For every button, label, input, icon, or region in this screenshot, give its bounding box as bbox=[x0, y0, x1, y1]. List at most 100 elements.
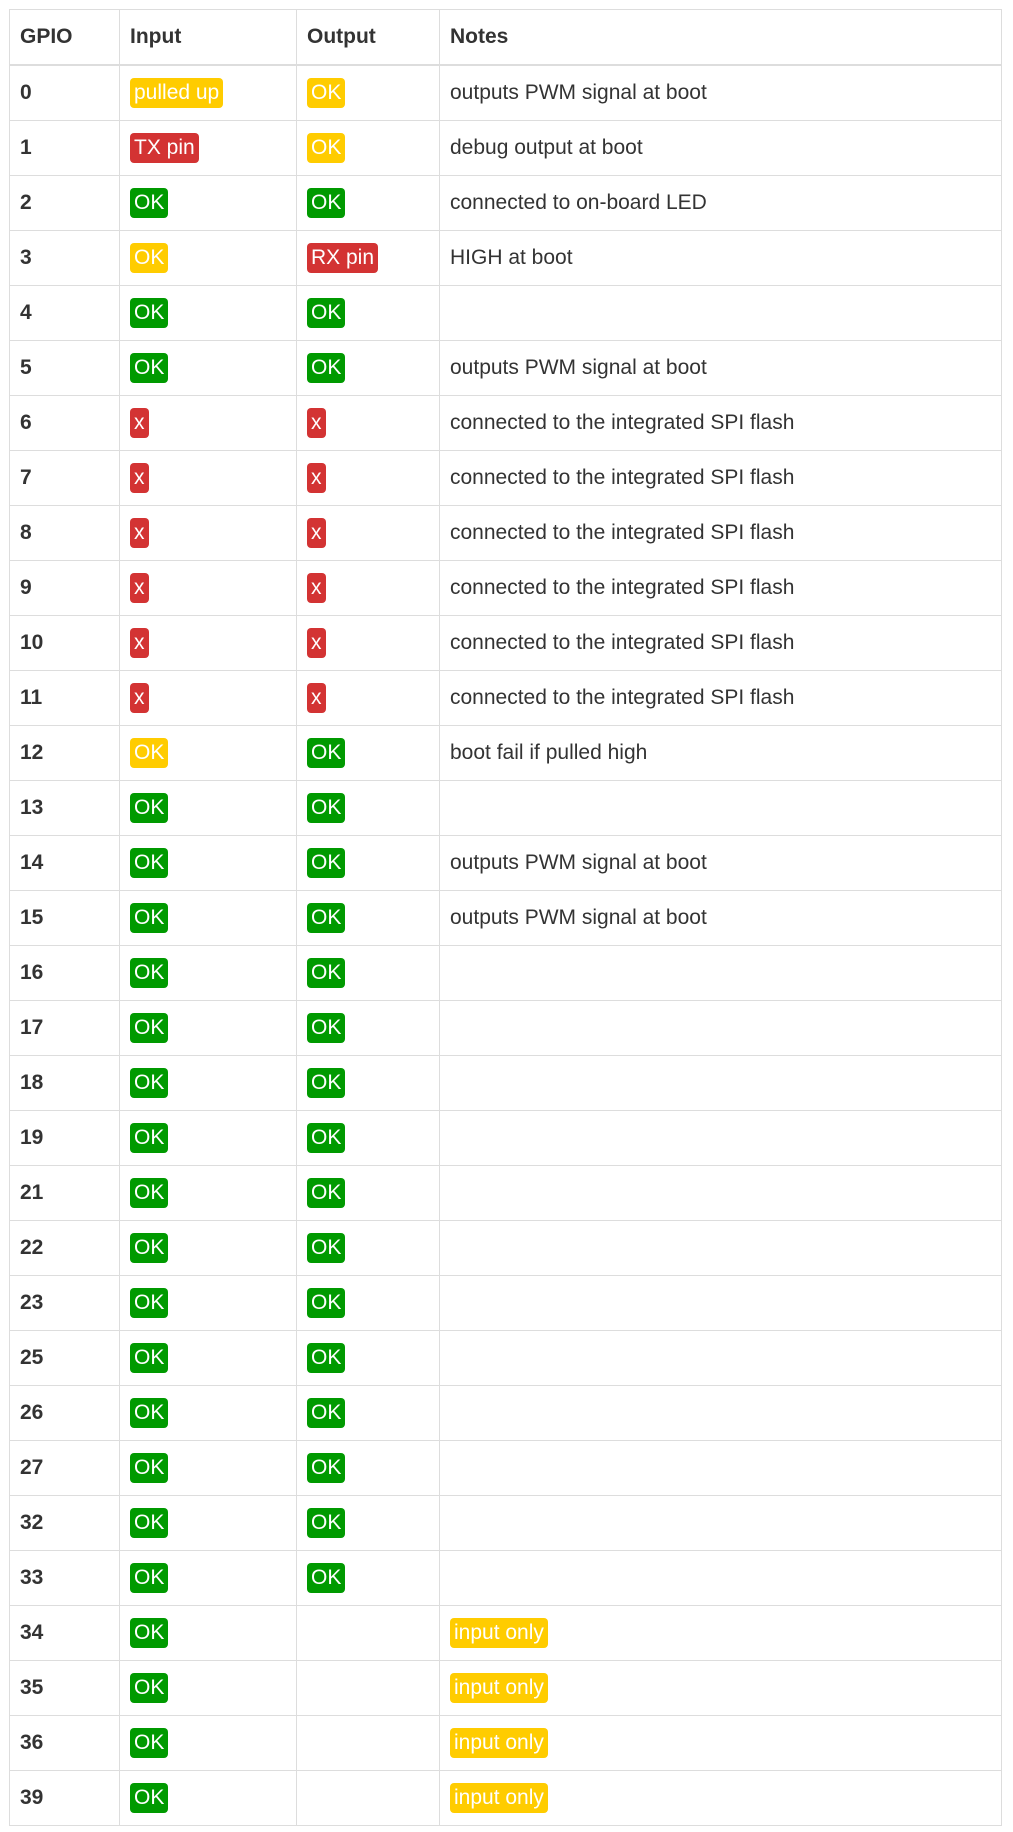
gpio-cell: 13 bbox=[9, 780, 120, 836]
notes-cell: connected to the integrated SPI flash bbox=[439, 505, 1002, 561]
input-status-badge: OK bbox=[130, 298, 169, 328]
output-cell: OK bbox=[296, 1385, 440, 1441]
gpio-cell: 19 bbox=[9, 1110, 120, 1166]
input-cell: TX pin bbox=[119, 120, 297, 176]
output-status-badge: x bbox=[307, 463, 326, 493]
notes-cell: outputs PWM signal at boot bbox=[439, 835, 1002, 891]
gpio-cell: 4 bbox=[9, 285, 120, 341]
input-cell: OK bbox=[119, 945, 297, 1001]
table-row: 16 OK OK bbox=[9, 945, 1002, 1001]
gpio-cell: 25 bbox=[9, 1330, 120, 1386]
input-cell: OK bbox=[119, 1055, 297, 1111]
output-status-badge: OK bbox=[307, 1453, 346, 1483]
notes-cell bbox=[439, 1220, 1002, 1276]
notes-badge: input only bbox=[450, 1728, 548, 1758]
output-cell: OK bbox=[296, 725, 440, 781]
input-status-badge: OK bbox=[130, 1233, 169, 1263]
table-row: 0 pulled up OK outputs PWM signal at boot bbox=[9, 64, 1002, 121]
input-cell: OK bbox=[119, 1330, 297, 1386]
gpio-cell: 8 bbox=[9, 505, 120, 561]
input-cell: OK bbox=[119, 1660, 297, 1716]
gpio-cell: 39 bbox=[9, 1770, 120, 1826]
header-notes: Notes bbox=[439, 9, 1002, 66]
input-cell: OK bbox=[119, 1275, 297, 1331]
output-cell: x bbox=[296, 395, 440, 451]
input-cell: OK bbox=[119, 780, 297, 836]
notes-cell bbox=[439, 1550, 1002, 1606]
notes-cell: outputs PWM signal at boot bbox=[439, 340, 1002, 396]
output-status-badge: x bbox=[307, 518, 326, 548]
input-cell: OK bbox=[119, 1770, 297, 1826]
gpio-cell: 34 bbox=[9, 1605, 120, 1661]
gpio-cell: 14 bbox=[9, 835, 120, 891]
gpio-cell: 7 bbox=[9, 450, 120, 506]
table-row: 23 OK OK bbox=[9, 1275, 1002, 1331]
output-cell: OK bbox=[296, 890, 440, 946]
table-row: 12 OK OK boot fail if pulled high bbox=[9, 725, 1002, 781]
table-row: 5 OK OK outputs PWM signal at boot bbox=[9, 340, 1002, 396]
input-status-badge: OK bbox=[130, 1508, 169, 1538]
notes-cell: input only bbox=[439, 1605, 1002, 1661]
input-status-badge: OK bbox=[130, 1618, 169, 1648]
gpio-cell: 22 bbox=[9, 1220, 120, 1276]
output-cell: OK bbox=[296, 1165, 440, 1221]
notes-cell bbox=[439, 1440, 1002, 1496]
input-cell: OK bbox=[119, 340, 297, 396]
input-cell: OK bbox=[119, 1000, 297, 1056]
input-status-badge: pulled up bbox=[130, 78, 224, 108]
output-status-badge: OK bbox=[307, 1563, 346, 1593]
header-gpio: GPIO bbox=[9, 9, 120, 66]
table-row: 10 x x connected to the integrated SPI flas… bbox=[9, 615, 1002, 671]
notes-cell bbox=[439, 1055, 1002, 1111]
input-cell: x bbox=[119, 670, 297, 726]
input-status-badge: x bbox=[130, 628, 149, 658]
output-status-badge: RX pin bbox=[307, 243, 379, 273]
table-row: 11 x x connected to the integrated SPI flas… bbox=[9, 670, 1002, 726]
notes-badge: input only bbox=[450, 1783, 548, 1813]
notes-cell: connected to the integrated SPI flash bbox=[439, 395, 1002, 451]
output-status-badge: OK bbox=[307, 78, 346, 108]
output-cell: OK bbox=[296, 1495, 440, 1551]
input-status-badge: OK bbox=[130, 1013, 169, 1043]
table-row: 32 OK OK bbox=[9, 1495, 1002, 1551]
input-cell: OK bbox=[119, 1715, 297, 1771]
table-row: 8 x x connected to the integrated SPI flash bbox=[9, 505, 1002, 561]
header-input: Input bbox=[119, 9, 297, 66]
gpio-cell: 16 bbox=[9, 945, 120, 1001]
output-status-badge: OK bbox=[307, 738, 346, 768]
notes-cell: input only bbox=[439, 1715, 1002, 1771]
output-cell: x bbox=[296, 670, 440, 726]
input-cell: OK bbox=[119, 1165, 297, 1221]
header-output: Output bbox=[296, 9, 440, 66]
input-cell: OK bbox=[119, 1440, 297, 1496]
output-cell: OK bbox=[296, 64, 440, 121]
input-status-badge: OK bbox=[130, 243, 169, 273]
input-cell: OK bbox=[119, 1605, 297, 1661]
input-cell: OK bbox=[119, 285, 297, 341]
output-cell: OK bbox=[296, 1550, 440, 1606]
output-status-badge: x bbox=[307, 683, 326, 713]
notes-cell: connected to the integrated SPI flash bbox=[439, 450, 1002, 506]
table-row: 26 OK OK bbox=[9, 1385, 1002, 1441]
gpio-cell: 27 bbox=[9, 1440, 120, 1496]
gpio-cell: 11 bbox=[9, 670, 120, 726]
input-status-badge: OK bbox=[130, 1563, 169, 1593]
gpio-cell: 32 bbox=[9, 1495, 120, 1551]
output-status-badge: OK bbox=[307, 958, 346, 988]
table-row: 3 OK RX pin HIGH at boot bbox=[9, 230, 1002, 286]
gpio-cell: 5 bbox=[9, 340, 120, 396]
input-status-badge: OK bbox=[130, 1398, 169, 1428]
output-status-badge: OK bbox=[307, 1178, 346, 1208]
input-status-badge: OK bbox=[130, 1288, 169, 1318]
gpio-cell: 6 bbox=[9, 395, 120, 451]
notes-cell bbox=[439, 1275, 1002, 1331]
input-cell: OK bbox=[119, 890, 297, 946]
table-row: 18 OK OK bbox=[9, 1055, 1002, 1111]
gpio-cell: 35 bbox=[9, 1660, 120, 1716]
output-cell: OK bbox=[296, 285, 440, 341]
output-status-badge: OK bbox=[307, 1398, 346, 1428]
input-status-badge: OK bbox=[130, 1783, 169, 1813]
gpio-table: GPIO Input Output Notes 0 pulled up OK outp… bbox=[9, 9, 1002, 1826]
notes-cell bbox=[439, 1110, 1002, 1166]
output-cell: OK bbox=[296, 1275, 440, 1331]
